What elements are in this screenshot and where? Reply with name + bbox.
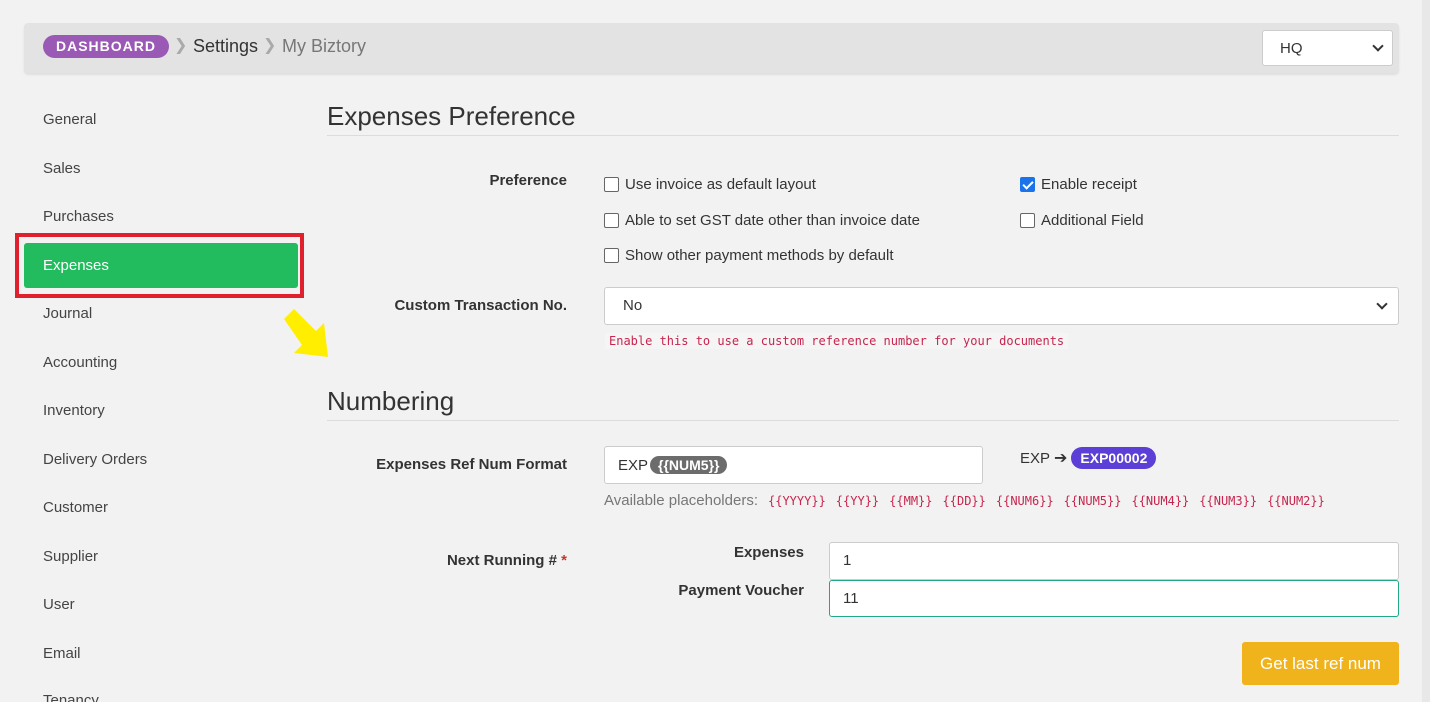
payment-voucher-label: Payment Voucher bbox=[678, 582, 804, 599]
available-placeholders: Available placeholders: {{YYYY}} {{YY}} … bbox=[604, 492, 1325, 509]
option-use-invoice-layout[interactable]: Use invoice as default layout bbox=[604, 176, 816, 193]
placeholder-yy: {{YY}} bbox=[835, 493, 880, 508]
chevron-right-icon: ❯ bbox=[174, 37, 188, 54]
sidebar-item-accounting[interactable]: Accounting bbox=[43, 354, 117, 371]
custom-txn-label: Custom Transaction No. bbox=[394, 297, 567, 314]
breadcrumb-bar: DASHBOARD ❯ Settings ❯ My Biztory HQ bbox=[24, 23, 1399, 73]
placeholder-num4: {{NUM4}} bbox=[1131, 493, 1190, 508]
breadcrumb-company: My Biztory bbox=[282, 36, 367, 56]
payment-voucher-input[interactable]: 11 bbox=[829, 580, 1399, 617]
placeholder-num6: {{NUM6}} bbox=[995, 493, 1054, 508]
option-label: Use invoice as default layout bbox=[625, 176, 816, 193]
sidebar-item-supplier[interactable]: Supplier bbox=[43, 548, 98, 565]
breadcrumb-settings[interactable]: Settings bbox=[193, 36, 258, 56]
next-running-text: Next Running # bbox=[446, 552, 557, 569]
get-last-ref-num-button[interactable]: Get last ref num bbox=[1242, 642, 1399, 685]
option-label: Additional Field bbox=[1041, 212, 1144, 229]
placeholder-num2: {{NUM2}} bbox=[1267, 493, 1325, 508]
checkbox[interactable] bbox=[604, 177, 619, 192]
sidebar-item-inventory[interactable]: Inventory bbox=[43, 402, 105, 419]
sidebar-item-general[interactable]: General bbox=[43, 111, 96, 128]
checkbox[interactable] bbox=[604, 213, 619, 228]
option-show-payment-methods[interactable]: Show other payment methods by default bbox=[604, 247, 894, 264]
expenses-running-input[interactable]: 1 bbox=[829, 542, 1399, 580]
sidebar-item-user[interactable]: User bbox=[43, 596, 75, 613]
expenses-running-label: Expenses bbox=[733, 544, 804, 561]
chevron-down-icon bbox=[1372, 40, 1384, 52]
option-label: Enable receipt bbox=[1041, 176, 1137, 193]
sidebar-item-sales[interactable]: Sales bbox=[43, 160, 81, 177]
option-label: Show other payment methods by default bbox=[625, 247, 894, 264]
sidebar-item-email[interactable]: Email bbox=[43, 645, 81, 662]
expenses-preference-title: Expenses Preference bbox=[327, 101, 576, 131]
required-mark: * bbox=[561, 552, 567, 569]
preview-result-badge: EXP00002 bbox=[1071, 447, 1157, 469]
option-gst-date[interactable]: Able to set GST date other than invoice … bbox=[604, 212, 920, 229]
ref-preview: EXP ➔ EXP00002 bbox=[1020, 447, 1157, 469]
arrow-right-icon: ➔ bbox=[1054, 450, 1068, 467]
checkbox-checked[interactable] bbox=[1020, 177, 1035, 192]
custom-txn-hint: Enable this to use a custom reference nu… bbox=[605, 333, 1069, 349]
sidebar-item-journal[interactable]: Journal bbox=[43, 305, 92, 322]
custom-txn-value: No bbox=[623, 297, 643, 314]
option-additional-field[interactable]: Additional Field bbox=[1020, 212, 1144, 229]
placeholder-num3: {{NUM3}} bbox=[1199, 493, 1258, 508]
page-scrollbar[interactable] bbox=[1422, 0, 1430, 702]
section-divider bbox=[327, 420, 1399, 421]
option-enable-receipt[interactable]: Enable receipt bbox=[1020, 176, 1137, 193]
numbering-title: Numbering bbox=[327, 386, 455, 416]
ref-format-value: EXP {{NUM5}} bbox=[618, 456, 728, 474]
next-running-label: Next Running # * bbox=[400, 552, 567, 569]
highlight-annotation-box bbox=[15, 233, 304, 298]
ref-format-label: Expenses Ref Num Format bbox=[376, 456, 567, 473]
sidebar-item-customer[interactable]: Customer bbox=[43, 499, 108, 516]
sidebar-item-tenancy[interactable]: Tenancy bbox=[43, 692, 99, 702]
branch-select[interactable]: HQ bbox=[1262, 30, 1393, 66]
preference-label: Preference bbox=[489, 172, 567, 189]
checkbox[interactable] bbox=[1020, 213, 1035, 228]
placeholder-num5: {{NUM5}} bbox=[1063, 493, 1122, 508]
custom-txn-select[interactable]: No bbox=[604, 287, 1399, 325]
ref-prefix: EXP bbox=[618, 457, 649, 474]
ref-placeholder-token: {{NUM5}} bbox=[650, 456, 728, 474]
checkbox[interactable] bbox=[604, 248, 619, 263]
branch-select-value: HQ bbox=[1280, 40, 1303, 57]
chevron-right-icon: ❯ bbox=[263, 37, 277, 54]
sidebar-item-delivery-orders[interactable]: Delivery Orders bbox=[43, 451, 147, 468]
placeholder-yyyy: {{YYYY}} bbox=[768, 493, 826, 508]
annotation-arrow-icon bbox=[284, 309, 328, 357]
available-label: Available placeholders: bbox=[604, 492, 758, 509]
ref-format-input[interactable]: EXP {{NUM5}} bbox=[604, 446, 983, 484]
placeholder-dd: {{DD}} bbox=[942, 493, 986, 508]
breadcrumb-dashboard[interactable]: DASHBOARD bbox=[43, 35, 169, 58]
preview-prefix: EXP bbox=[1020, 449, 1051, 467]
section-divider bbox=[327, 135, 1399, 136]
placeholder-mm: {{MM}} bbox=[889, 493, 933, 508]
chevron-down-icon bbox=[1376, 298, 1388, 310]
payment-voucher-value: 11 bbox=[843, 590, 859, 607]
sidebar-item-purchases[interactable]: Purchases bbox=[43, 208, 114, 225]
expenses-running-value: 1 bbox=[843, 552, 852, 569]
option-label: Able to set GST date other than invoice … bbox=[625, 212, 920, 229]
